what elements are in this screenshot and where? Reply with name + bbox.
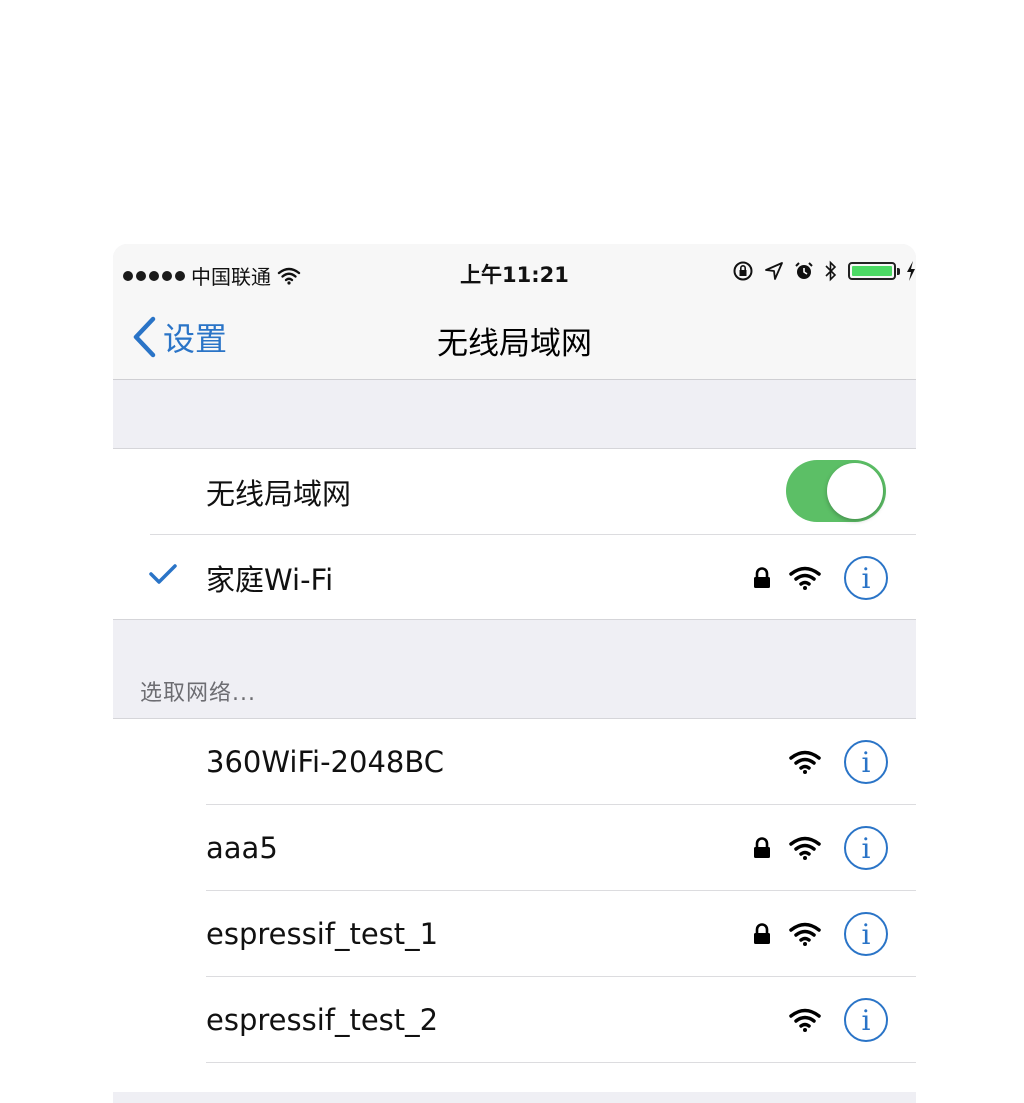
status-right [732, 260, 916, 282]
lock-icon [754, 923, 770, 944]
bluetooth-icon [825, 260, 837, 282]
wifi-toggle-switch[interactable] [786, 460, 886, 522]
wifi-toggle-row: 无线局域网 [113, 449, 916, 535]
orientation-lock-icon [733, 261, 753, 281]
connected-network-row[interactable]: 家庭Wi-Fi i [113, 535, 916, 621]
alarm-icon [795, 262, 813, 279]
wifi-signal-icon [789, 836, 821, 860]
page-title: 无线局域网 [437, 326, 592, 362]
network-row[interactable]: aaa5 i [113, 805, 916, 891]
lock-icon [754, 567, 770, 588]
divider [206, 1062, 916, 1063]
checkmark-icon [149, 564, 177, 584]
wifi-signal-icon [789, 566, 821, 590]
wifi-main-group: 无线局域网 家庭Wi-Fi i [113, 448, 916, 620]
network-name: espressif_test_1 [206, 917, 439, 951]
info-button[interactable]: i [844, 740, 888, 784]
network-list: 360WiFi-2048BC i aaa5 i espressif_test_1 i esp… [113, 718, 916, 1092]
info-button[interactable]: i [844, 912, 888, 956]
network-name: espressif_test_2 [206, 1003, 439, 1037]
wifi-signal-icon [789, 1008, 821, 1032]
phone-screen: 中国联通 上午11:21 设置 无线局域网 无线局域网 家庭Wi-Fi i 选取… [113, 244, 916, 1103]
info-button[interactable]: i [844, 556, 888, 600]
wifi-toggle-label: 无线局域网 [206, 477, 352, 511]
network-name: 360WiFi-2048BC [206, 745, 444, 779]
network-row[interactable]: espressif_test_1 i [113, 891, 916, 977]
navigation-bar: 设置 无线局域网 [113, 300, 916, 380]
network-row[interactable]: 360WiFi-2048BC i [113, 719, 916, 805]
wifi-signal-icon [789, 922, 821, 946]
section-header: 选取网络... [140, 681, 256, 706]
lock-icon [754, 837, 770, 858]
bottom-strip [113, 1092, 916, 1103]
battery-icon [848, 262, 900, 280]
wifi-signal-icon [789, 750, 821, 774]
location-arrow-icon [765, 262, 783, 280]
status-bar: 中国联通 上午11:21 [113, 244, 916, 300]
network-row[interactable]: espressif_test_2 i [113, 977, 916, 1063]
charging-bolt-icon [907, 261, 915, 281]
info-button[interactable]: i [844, 998, 888, 1042]
info-button[interactable]: i [844, 826, 888, 870]
network-name: aaa5 [206, 831, 278, 865]
connected-network-name: 家庭Wi-Fi [206, 563, 334, 597]
